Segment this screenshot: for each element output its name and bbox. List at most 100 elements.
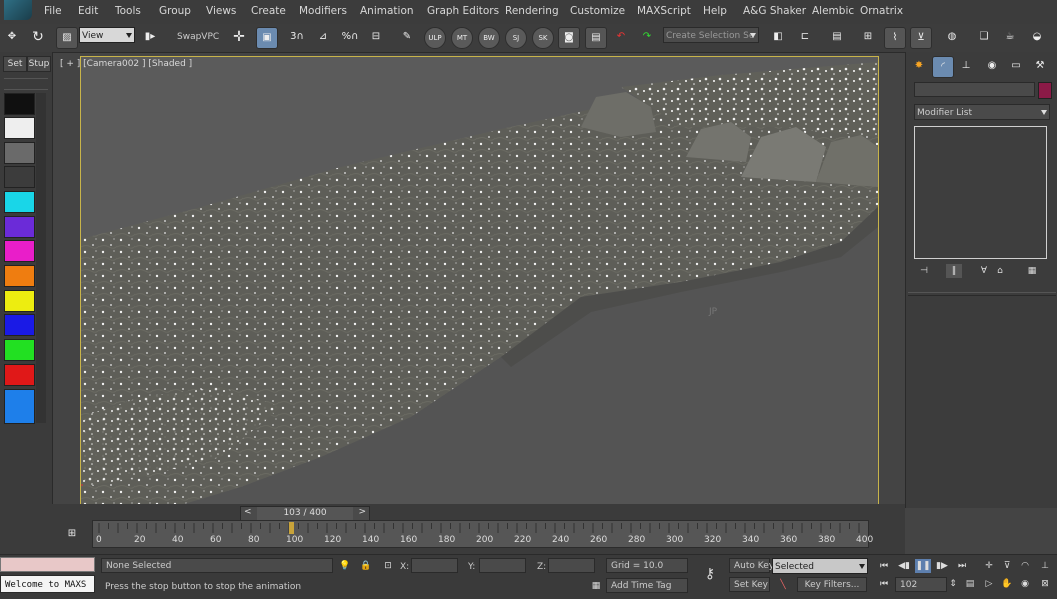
material-editor-icon[interactable]: ◍ xyxy=(942,27,962,47)
remove-modifier-icon[interactable]: ⌂ xyxy=(992,264,1008,278)
add-time-tag-button[interactable]: Add Time Tag xyxy=(606,578,688,593)
time-configuration-icon[interactable]: ▤ xyxy=(962,577,978,591)
zoom-all-icon[interactable]: ⊽ xyxy=(999,559,1015,573)
make-unique-icon[interactable]: ∀ xyxy=(976,264,992,278)
viewport-label[interactable]: [ + ] [Camera002 ] [Shaded ] xyxy=(60,59,192,69)
spinner-snap-icon[interactable]: ⊟ xyxy=(366,27,386,47)
absolute-mode-icon[interactable]: ⊡ xyxy=(380,559,396,573)
isolate-selection-icon[interactable]: 💡 xyxy=(337,559,353,573)
menu-graph-editors[interactable]: Graph Editors xyxy=(427,5,499,17)
menu-create[interactable]: Create xyxy=(251,5,286,17)
auto-key-button[interactable]: Auto Key xyxy=(729,558,774,573)
zoom-icon[interactable]: ✛ xyxy=(981,559,997,573)
color-swatch[interactable] xyxy=(4,364,35,386)
menu-edit[interactable]: Edit xyxy=(78,5,98,17)
key-filters-button[interactable]: Key Filters... xyxy=(797,577,867,592)
app-logo-icon[interactable] xyxy=(4,0,32,20)
teapot-render-icon[interactable]: ☕ xyxy=(1000,27,1020,47)
camera-viewport[interactable]: JP xyxy=(80,56,879,506)
set-key-icon[interactable]: ╲ xyxy=(775,578,791,592)
curve-editor-icon[interactable]: ⌇ xyxy=(884,27,906,49)
quick-render-icon[interactable]: ◒ xyxy=(1027,27,1047,47)
menu-group[interactable]: Group xyxy=(159,5,191,17)
modifier-stack-list[interactable] xyxy=(914,126,1047,259)
display-tab-icon[interactable]: ▭ xyxy=(1006,56,1026,76)
pause-icon[interactable]: ❚❚ xyxy=(915,559,931,573)
hierarchy-tab-icon[interactable]: ⊥ xyxy=(956,56,976,76)
add-time-tag-icon[interactable]: ▦ xyxy=(588,579,604,593)
color-swatch[interactable] xyxy=(4,191,35,213)
script-button-sk[interactable]: SK xyxy=(532,27,554,49)
set-key-button[interactable]: Set Key xyxy=(729,577,770,592)
mirror-icon[interactable]: ◧ xyxy=(768,27,788,47)
selection-lock-icon[interactable]: 🔒 xyxy=(358,559,374,573)
previous-frame-icon[interactable]: ◀▮ xyxy=(896,559,912,573)
x-coordinate-field[interactable] xyxy=(411,558,458,573)
undo-icon[interactable]: ↶ xyxy=(611,27,631,47)
menu-animation[interactable]: Animation xyxy=(360,5,414,17)
menu-help[interactable]: Help xyxy=(703,5,727,17)
menu-tools[interactable]: Tools xyxy=(115,5,141,17)
script-button-ulp[interactable]: ULP xyxy=(424,27,446,49)
welcome-field[interactable]: Welcome to MAXS xyxy=(0,575,95,593)
motion-tab-icon[interactable]: ◉ xyxy=(982,56,1002,76)
script-button-sj[interactable]: SJ xyxy=(505,27,527,49)
create-tab-icon[interactable]: ✸ xyxy=(909,56,929,76)
color-swatch[interactable] xyxy=(4,389,35,424)
swap-label[interactable]: SwapVPC xyxy=(177,32,219,42)
show-end-result-icon[interactable]: ‖ xyxy=(946,264,962,278)
percent-snap-icon[interactable]: %∩ xyxy=(340,27,360,47)
modify-tab-icon[interactable]: ◜ xyxy=(932,56,954,78)
redo-icon[interactable]: ↷ xyxy=(637,27,657,47)
pan-view-icon[interactable]: ✋ xyxy=(999,577,1015,591)
color-swatch[interactable] xyxy=(4,240,35,262)
z-coordinate-field[interactable] xyxy=(548,558,595,573)
angle-snap-icon[interactable]: ⊿ xyxy=(313,27,333,47)
scene-explorer-icon[interactable]: ⊞ xyxy=(858,27,878,47)
modifier-list-dropdown[interactable]: Modifier List xyxy=(914,104,1050,120)
y-coordinate-field[interactable] xyxy=(479,558,526,573)
frame-spinner-icon[interactable]: ⇕ xyxy=(948,577,958,591)
select-object-icon[interactable]: ▣ xyxy=(256,27,278,49)
render-scene-icon[interactable]: ❑ xyxy=(974,27,994,47)
color-swatch[interactable] xyxy=(4,314,35,336)
time-slider[interactable]: < 103 / 400 > xyxy=(240,506,370,521)
rotate-icon[interactable]: ↻ xyxy=(28,27,48,47)
script-button-mt[interactable]: MT xyxy=(451,27,473,49)
align-icon[interactable]: ⊏ xyxy=(795,27,815,47)
stup-button[interactable]: Stup xyxy=(27,56,51,72)
menu-modifiers[interactable]: Modifiers xyxy=(299,5,347,17)
color-swatch[interactable] xyxy=(4,290,35,312)
create-selection-set-input[interactable]: Create Selection Se xyxy=(663,27,759,43)
menu-ornatrix[interactable]: Ornatrix xyxy=(860,5,903,17)
object-color-swatch[interactable] xyxy=(1038,82,1052,99)
edit-named-selection-icon[interactable]: ✎ xyxy=(397,27,417,47)
key-mode-toggle-icon[interactable]: ⏮ xyxy=(876,577,892,591)
maximize-viewport-icon[interactable]: ⊠ xyxy=(1037,577,1053,591)
menu-file[interactable]: File xyxy=(44,5,62,17)
menu-ag-shaker[interactable]: A&G Shaker xyxy=(743,5,806,17)
current-frame-field[interactable]: 102 xyxy=(895,577,947,592)
menu-alembic[interactable]: Alembic xyxy=(812,5,854,17)
utilities-tab-icon[interactable]: ⚒ xyxy=(1030,56,1050,76)
schematic-view-icon[interactable]: ⊻ xyxy=(910,27,932,49)
menu-maxscript[interactable]: MAXScript xyxy=(637,5,691,17)
color-swatch[interactable] xyxy=(4,265,35,287)
color-swatch[interactable] xyxy=(4,142,35,164)
render-frame-icon[interactable]: ◙ xyxy=(558,27,580,49)
pivot-icon[interactable]: ▮▸ xyxy=(140,27,160,47)
color-swatch[interactable] xyxy=(4,339,35,361)
time-slider-value[interactable]: 103 / 400 xyxy=(257,507,353,520)
pin-stack-icon[interactable]: ⊣ xyxy=(916,264,932,278)
field-of-view-icon[interactable]: ▷ xyxy=(981,577,997,591)
color-swatch[interactable] xyxy=(4,216,35,238)
select-region-icon[interactable]: ▨ xyxy=(56,27,78,49)
set-button[interactable]: Set xyxy=(3,56,27,72)
next-frame-icon[interactable]: ▮▶ xyxy=(934,559,950,573)
object-name-field[interactable] xyxy=(914,82,1035,97)
go-to-end-icon[interactable]: ⏭ xyxy=(954,559,970,573)
menu-views[interactable]: Views xyxy=(206,5,236,17)
key-mode-icon[interactable]: ⚷ xyxy=(700,567,720,581)
configure-modifier-sets-icon[interactable]: ▦ xyxy=(1024,264,1040,278)
color-swatch[interactable] xyxy=(4,93,35,115)
